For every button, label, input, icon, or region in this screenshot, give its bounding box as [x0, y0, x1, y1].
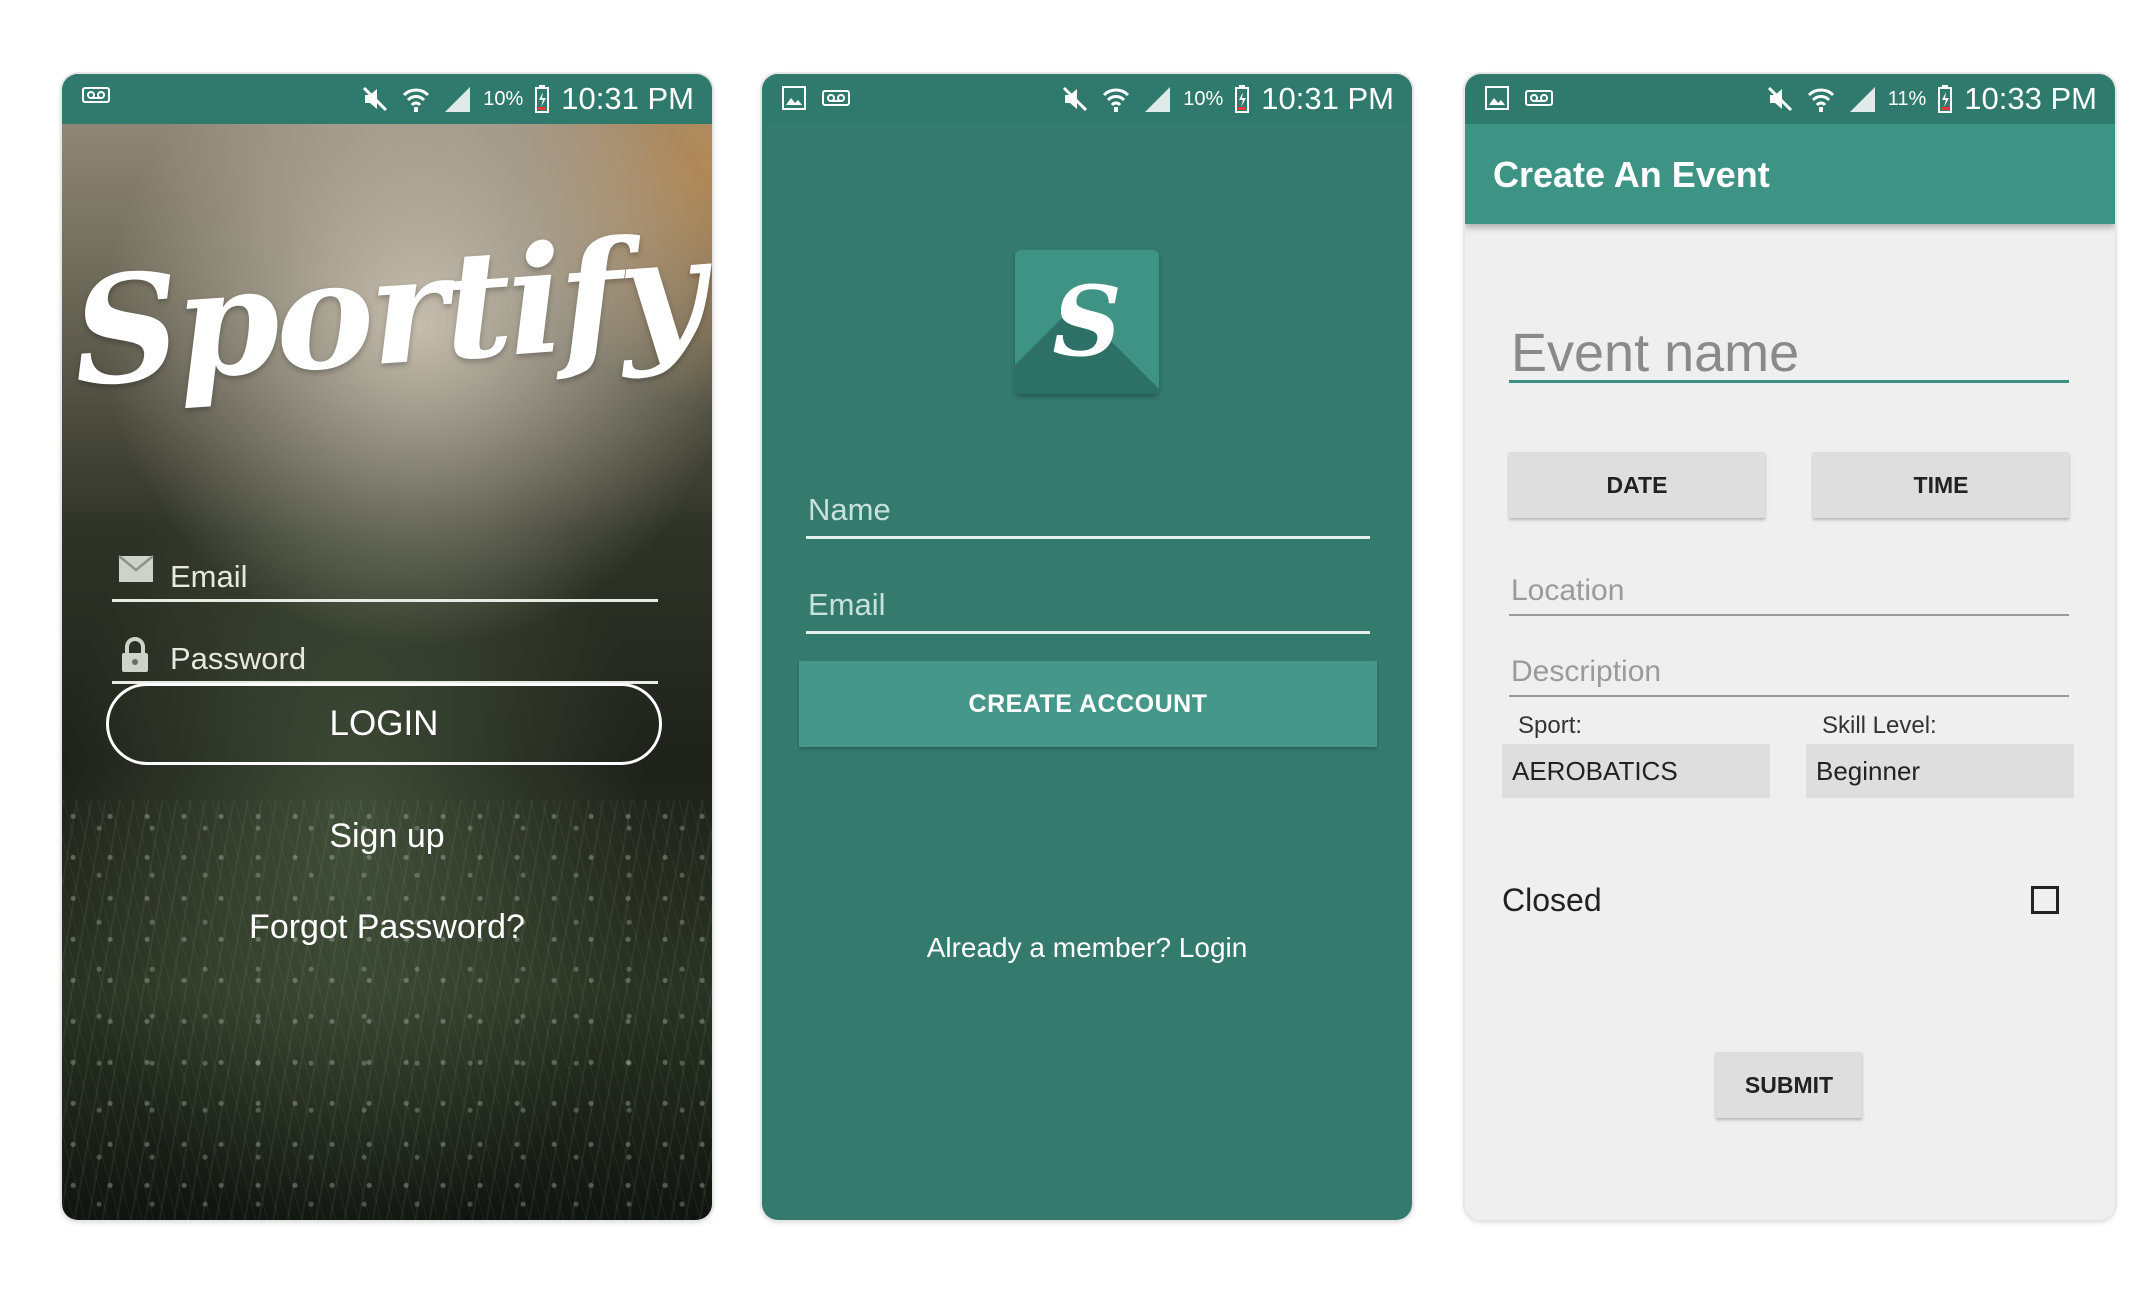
event-name-placeholder: Event name [1511, 323, 1800, 383]
description-field[interactable]: Description [1509, 639, 2069, 697]
lock-icon [118, 637, 152, 678]
submit-button[interactable]: SUBMIT [1716, 1052, 1862, 1118]
battery-percent: 11% [1887, 87, 1927, 110]
description-placeholder: Description [1511, 655, 1662, 688]
mute-icon [1766, 85, 1794, 113]
sport-value: AEROBATICS [1512, 756, 1678, 786]
grass-texture [62, 800, 712, 1220]
create-event-screen: 11% 10:33 PM Create An Event Event name … [1465, 74, 2115, 1220]
create-account-button[interactable]: CREATE ACCOUNT [799, 661, 1377, 747]
battery-percent: 10% [483, 87, 524, 110]
skill-level-spinner[interactable]: Beginner [1806, 744, 2074, 798]
wifi-icon [1806, 85, 1836, 113]
email-placeholder: Email [808, 587, 886, 622]
wifi-icon [401, 85, 431, 113]
wifi-icon [1101, 85, 1131, 113]
mail-icon [118, 555, 154, 588]
closed-checkbox[interactable] [2031, 886, 2059, 914]
battery-icon [1235, 85, 1250, 113]
gallery-icon [782, 86, 806, 110]
event-name-field[interactable]: Event name [1509, 314, 2069, 383]
mute-icon [361, 85, 389, 113]
voicemail-icon [1525, 89, 1553, 107]
date-button[interactable]: DATE [1509, 452, 1765, 518]
name-field[interactable]: Name [806, 476, 1370, 539]
gallery-icon [1485, 86, 1509, 110]
signal-icon [1143, 85, 1171, 113]
login-button[interactable]: LOGIN [106, 683, 662, 765]
battery-percent: 10% [1183, 87, 1224, 110]
status-time: 10:31 PM [561, 81, 694, 116]
status-time: 10:31 PM [1261, 81, 1394, 116]
signal-icon [1848, 85, 1876, 113]
battery-icon [535, 85, 550, 113]
email-field[interactable]: Email [806, 571, 1370, 634]
email-placeholder: Email [170, 559, 248, 594]
status-bar: 10% 10:31 PM [762, 74, 1412, 124]
location-placeholder: Location [1511, 574, 1625, 607]
battery-icon [1938, 85, 1953, 113]
signup-screen: 10% 10:31 PM S Name Email CREATE ACCOUNT… [762, 74, 1412, 1220]
logo-letter: S [1052, 265, 1122, 378]
login-screen: 10% 10:31 PM Sportify Email Password LOG… [62, 74, 712, 1220]
email-field[interactable]: Email [112, 541, 658, 602]
name-placeholder: Name [808, 492, 891, 527]
status-bar: 11% 10:33 PM [1465, 74, 2115, 124]
sport-spinner[interactable]: AEROBATICS [1502, 744, 1770, 798]
voicemail-icon [82, 86, 110, 104]
app-logo: S [1015, 250, 1159, 394]
status-time: 10:33 PM [1964, 81, 2097, 116]
time-button[interactable]: TIME [1813, 452, 2069, 518]
signup-link[interactable]: Sign up [62, 817, 712, 856]
app-bar: Create An Event [1465, 124, 2115, 224]
skill-level-label: Skill Level: [1822, 712, 1937, 739]
voicemail-icon [822, 89, 850, 107]
location-field[interactable]: Location [1509, 558, 2069, 616]
signal-icon [443, 85, 471, 113]
signup-background [762, 74, 1412, 1220]
closed-label: Closed [1502, 882, 1602, 918]
login-link[interactable]: Already a member? Login [762, 932, 1412, 964]
page-title: Create An Event [1493, 154, 1770, 195]
skill-level-value: Beginner [1816, 756, 1921, 786]
forgot-password-link[interactable]: Forgot Password? [62, 908, 712, 947]
sport-label: Sport: [1518, 712, 1583, 739]
status-bar: 10% 10:31 PM [62, 74, 712, 124]
mute-icon [1061, 85, 1089, 113]
password-placeholder: Password [170, 641, 307, 676]
password-field[interactable]: Password [112, 623, 658, 684]
